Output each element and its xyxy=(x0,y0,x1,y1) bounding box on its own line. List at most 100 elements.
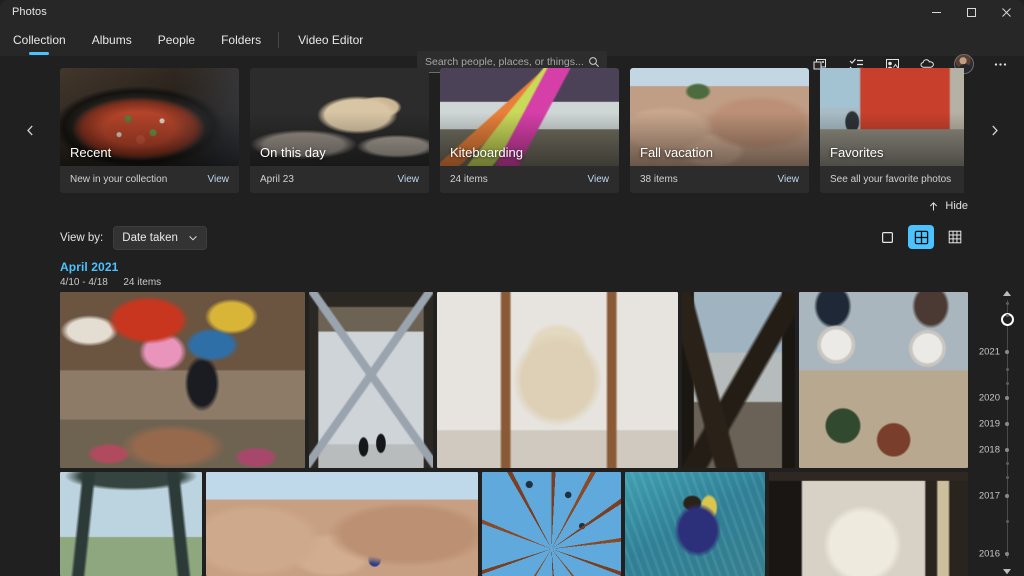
card-view-link[interactable]: View xyxy=(588,174,610,185)
photo-grid-row xyxy=(60,292,968,468)
photo-white-archway[interactable] xyxy=(769,472,968,576)
grid-3x3-icon xyxy=(948,230,962,244)
scrub-tick xyxy=(1005,520,1009,523)
card-meta: See all your favorite photos xyxy=(830,174,952,185)
card-footer: 38 items View xyxy=(630,166,809,193)
card-meta: April 23 xyxy=(260,174,294,185)
card-title: Fall vacation xyxy=(640,145,713,160)
card-title: On this day xyxy=(260,145,326,160)
tab-albums-label: Albums xyxy=(91,33,132,47)
carousel-prev-button[interactable] xyxy=(10,68,50,193)
view-toggles xyxy=(874,225,968,249)
photo-dog-on-chair[interactable] xyxy=(437,292,678,468)
tab-people[interactable]: People xyxy=(145,24,208,56)
view-by-control: View by: Date taken xyxy=(60,226,207,250)
nav-separator xyxy=(278,32,280,48)
tab-video-editor[interactable]: Video Editor xyxy=(285,24,376,56)
card-thumbnail: Favorites xyxy=(820,68,964,166)
title-bar: Photos xyxy=(0,0,1024,24)
chevron-left-icon xyxy=(26,125,33,136)
carousel-cards: Recent New in your collection View On th… xyxy=(60,68,964,193)
minimize-button[interactable] xyxy=(919,0,954,24)
maximize-icon xyxy=(967,7,976,17)
card-meta: 38 items xyxy=(640,174,678,185)
scrub-year-2021[interactable]: 2021 xyxy=(979,347,1000,358)
view-by-dropdown[interactable]: Date taken xyxy=(113,226,207,250)
square-icon xyxy=(881,231,893,243)
card-footer: See all your favorite photos View xyxy=(820,166,964,193)
photo-swimmer-pool[interactable] xyxy=(625,472,765,576)
card-view-link[interactable]: View xyxy=(778,174,800,185)
timeline-scrubber[interactable]: 2021 2020 2019 2018 2017 2016 xyxy=(968,288,1024,576)
date-group-title[interactable]: April 2021 xyxy=(60,260,161,274)
search-icon[interactable] xyxy=(588,56,600,68)
scrub-up-arrow-icon xyxy=(1003,290,1011,296)
featured-carousel: Recent New in your collection View On th… xyxy=(0,68,1024,193)
card-footer: 24 items View xyxy=(440,166,619,193)
carousel-card-favorites[interactable]: Favorites See all your favorite photos V… xyxy=(820,68,964,193)
tab-collection-label: Collection xyxy=(13,33,66,47)
card-thumbnail: Recent xyxy=(60,68,239,166)
photo-grid xyxy=(60,292,968,576)
active-tab-indicator xyxy=(29,52,50,55)
tab-folders-label: Folders xyxy=(221,33,262,47)
date-group-count: 24 items xyxy=(123,277,162,288)
tab-folders[interactable]: Folders xyxy=(208,24,274,56)
carousel-card-fall-vacation[interactable]: Fall vacation 38 items View xyxy=(630,68,809,193)
photo-grid-row xyxy=(60,472,968,576)
close-button[interactable] xyxy=(989,0,1024,24)
photo-louvre-pyramid[interactable] xyxy=(309,292,433,468)
photos-app-window: Photos Collection Albums People Folders … xyxy=(0,0,1024,576)
scrub-year-2019[interactable]: 2019 xyxy=(979,419,1000,430)
scrub-year-2018[interactable]: 2018 xyxy=(979,445,1000,456)
hide-carousel-button[interactable]: Hide xyxy=(928,200,968,212)
view-by-label: View by: xyxy=(60,232,104,244)
close-icon xyxy=(1002,7,1011,17)
card-view-link[interactable]: View xyxy=(208,174,230,185)
small-grid-toggle[interactable] xyxy=(942,225,968,249)
app-title: Photos xyxy=(12,6,47,18)
scrub-down-button[interactable] xyxy=(1000,566,1014,576)
date-group-subtitle: 4/10 - 4/18 24 items xyxy=(60,277,161,288)
photo-kite-festival-sky[interactable] xyxy=(482,472,621,576)
photo-desert-boulders[interactable] xyxy=(206,472,478,576)
view-by-value: Date taken xyxy=(122,232,178,244)
scrub-year-2017[interactable]: 2017 xyxy=(979,491,1000,502)
carousel-card-recent[interactable]: Recent New in your collection View xyxy=(60,68,239,193)
carousel-card-kiteboarding[interactable]: Kiteboarding 24 items View xyxy=(440,68,619,193)
chevron-down-icon xyxy=(189,236,197,241)
scrub-tick-2017 xyxy=(1005,494,1009,498)
scrub-tick-2019 xyxy=(1005,422,1009,426)
scrub-year-2020[interactable]: 2020 xyxy=(979,393,1000,404)
carousel-next-button[interactable] xyxy=(974,68,1014,193)
tab-collection[interactable]: Collection xyxy=(0,24,79,56)
chevron-right-icon xyxy=(991,125,998,136)
card-thumbnail: On this day xyxy=(250,68,429,166)
scrub-year-2016[interactable]: 2016 xyxy=(979,549,1000,560)
tab-albums[interactable]: Albums xyxy=(79,24,145,56)
scrub-tick xyxy=(1005,462,1009,465)
scrub-tick-2021 xyxy=(1005,350,1009,354)
photo-eiffel-tower-base[interactable] xyxy=(60,472,202,576)
select-mode-toggle[interactable] xyxy=(874,225,900,249)
maximize-button[interactable] xyxy=(954,0,989,24)
photo-driftwood-beach[interactable] xyxy=(682,292,795,468)
photo-children-dinner-table[interactable] xyxy=(799,292,968,468)
nav-tabs: Collection Albums People Folders Video E… xyxy=(0,24,376,56)
card-title: Favorites xyxy=(830,145,884,160)
large-grid-toggle[interactable] xyxy=(908,225,934,249)
card-thumbnail: Kiteboarding xyxy=(440,68,619,166)
tab-video-editor-label: Video Editor xyxy=(298,33,364,47)
grid-2x2-icon xyxy=(914,230,928,244)
carousel-card-on-this-day[interactable]: On this day April 23 View xyxy=(250,68,429,193)
search-input[interactable] xyxy=(417,55,588,68)
scrub-tick-2016 xyxy=(1005,552,1009,556)
card-view-link[interactable]: View xyxy=(398,174,420,185)
scrub-up-button[interactable] xyxy=(1000,288,1014,298)
card-footer: New in your collection View xyxy=(60,166,239,193)
photo-skateboarder-graffiti[interactable] xyxy=(60,292,305,468)
card-thumbnail: Fall vacation xyxy=(630,68,809,166)
date-group-range: 4/10 - 4/18 xyxy=(60,277,108,288)
card-meta: 24 items xyxy=(450,174,488,185)
card-footer: April 23 View xyxy=(250,166,429,193)
